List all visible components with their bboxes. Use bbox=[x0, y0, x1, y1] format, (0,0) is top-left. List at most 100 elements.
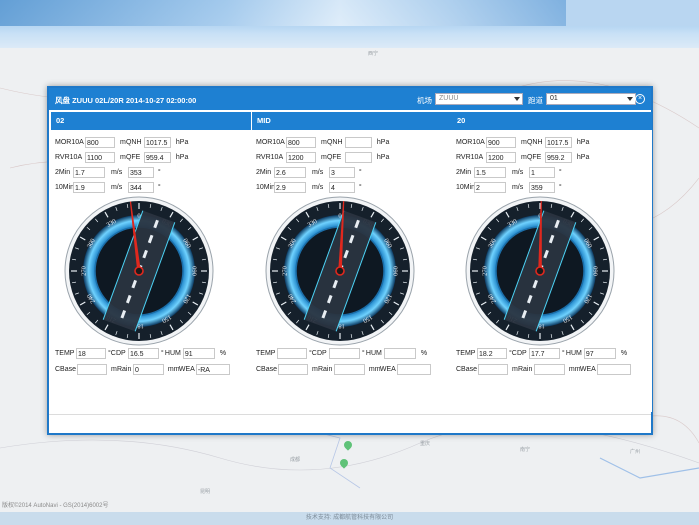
rain-field[interactable] bbox=[533, 364, 565, 375]
rvr-field[interactable]: 1200 bbox=[286, 152, 316, 163]
qfe-label: QFE bbox=[526, 154, 542, 161]
panel-title: 20 bbox=[452, 112, 652, 130]
rain-field[interactable]: 0 bbox=[132, 364, 164, 375]
chevron-down-icon bbox=[514, 97, 520, 101]
mm-label: mm bbox=[368, 366, 381, 373]
humidity-field[interactable]: 97 bbox=[583, 348, 616, 359]
wind-2min-row: 2Min 1.5 m/s 1 ° bbox=[456, 167, 562, 178]
c-label: °C bbox=[508, 350, 517, 357]
wind-compass-gauge: 0030060090120150180210240270300330 bbox=[465, 196, 615, 346]
min10-label: 10Min bbox=[456, 184, 476, 191]
compass-tick-label: 270 bbox=[282, 266, 289, 276]
airport-select-value: ZUUU bbox=[439, 95, 459, 102]
ms-label: m/s bbox=[511, 184, 524, 191]
temp-field[interactable]: 18 bbox=[76, 348, 106, 359]
mor-field[interactable]: 900 bbox=[486, 137, 516, 148]
wind-speed-2min-field[interactable]: 1.5 bbox=[474, 167, 506, 178]
qnh-label: QNH bbox=[125, 139, 142, 146]
wind-dir-2min-field[interactable]: 353 bbox=[127, 167, 154, 178]
rvr-qfe-row: RVR10A 1200 mQFE hPa bbox=[256, 152, 389, 163]
wind-speed-2min-field[interactable]: 1.7 bbox=[73, 167, 105, 178]
wind-speed-10min-field[interactable]: 2.9 bbox=[274, 182, 306, 193]
cloud-base-field[interactable] bbox=[77, 364, 107, 375]
dialog-divider bbox=[49, 414, 651, 415]
cbase-row: CBase mRain mmWEA bbox=[256, 364, 431, 375]
close-icon[interactable]: × bbox=[635, 94, 645, 104]
qfe-field[interactable]: 959.4 bbox=[143, 152, 171, 163]
cloud-base-field[interactable] bbox=[278, 364, 308, 375]
cbase-label: CBase bbox=[256, 366, 278, 373]
qnh-field[interactable]: 1017.5 bbox=[544, 137, 572, 148]
wea-label: WEA bbox=[579, 366, 596, 373]
temp-field[interactable]: 18.2 bbox=[477, 348, 507, 359]
banner-right bbox=[566, 0, 699, 26]
mor-field[interactable]: 800 bbox=[286, 137, 316, 148]
temp-row: TEMP °CDP °HUM % bbox=[256, 348, 427, 359]
wind-speed-10min-field[interactable]: 2 bbox=[474, 182, 506, 193]
weather-field[interactable] bbox=[396, 364, 431, 375]
wind-dir-10min-field[interactable]: 344 bbox=[127, 182, 154, 193]
wind-speed-10min-field[interactable]: 1.9 bbox=[73, 182, 105, 193]
deg-label: ° bbox=[157, 169, 161, 176]
weather-field[interactable] bbox=[596, 364, 631, 375]
wind-10min-row: 10Min1.9 m/s 344 ° bbox=[55, 182, 161, 193]
dewpoint-field[interactable]: 17.7 bbox=[528, 348, 560, 359]
humidity-field[interactable] bbox=[383, 348, 416, 359]
rvr-label: RVR10A bbox=[256, 154, 284, 161]
mor-qnh-row: MOR10A 800 mQNH hPa bbox=[256, 137, 389, 148]
qnh-field[interactable] bbox=[344, 137, 372, 148]
ms-label: m/s bbox=[110, 169, 123, 176]
panel-title: MID bbox=[252, 112, 452, 130]
wind-dir-10min-field[interactable]: 4 bbox=[328, 182, 355, 193]
compass-tick-label: 270 bbox=[81, 266, 88, 276]
wind-dir-10min-field[interactable]: 359 bbox=[528, 182, 555, 193]
wind-compass-gauge: 0030060090120150180210240270300330 bbox=[64, 196, 214, 346]
rvr-label: RVR10A bbox=[55, 154, 83, 161]
qfe-field[interactable]: 959.2 bbox=[544, 152, 572, 163]
dp-label: DP bbox=[115, 350, 126, 357]
runway-select[interactable]: 01 bbox=[546, 93, 636, 105]
runway-select-value: 01 bbox=[550, 95, 558, 102]
rvr-field[interactable]: 1100 bbox=[85, 152, 115, 163]
qnh-label: QNH bbox=[326, 139, 343, 146]
dewpoint-field[interactable]: 16.5 bbox=[127, 348, 159, 359]
ms-label: m/s bbox=[110, 184, 123, 191]
min10-label: 10Min bbox=[55, 184, 75, 191]
weather-field[interactable]: -RA bbox=[195, 364, 230, 375]
cbase-label: CBase bbox=[456, 366, 478, 373]
wind-dir-2min-field[interactable]: 1 bbox=[528, 167, 555, 178]
map-label: 广州 bbox=[630, 449, 641, 455]
dp-label: DP bbox=[516, 350, 527, 357]
qfe-label: QFE bbox=[326, 154, 342, 161]
map-label: 南宁 bbox=[520, 447, 531, 453]
min10-label: 10Min bbox=[256, 184, 276, 191]
rvr-field[interactable]: 1200 bbox=[486, 152, 516, 163]
runway-panel: 02 MOR10A 800 mQNH 1017.5 hPa RVR10A 1100 m… bbox=[51, 112, 251, 412]
temp-label: TEMP bbox=[256, 350, 276, 357]
qnh-label: QNH bbox=[526, 139, 543, 146]
mor-qnh-row: MOR10A 800 mQNH 1017.5 hPa bbox=[55, 137, 188, 148]
qfe-field[interactable] bbox=[344, 152, 372, 163]
rvr-qfe-row: RVR10A 1200 mQFE 959.2 hPa bbox=[456, 152, 589, 163]
rain-field[interactable] bbox=[333, 364, 365, 375]
hum-label: HUM bbox=[565, 350, 582, 357]
min2-label: 2Min bbox=[256, 169, 272, 176]
qnh-field[interactable]: 1017.5 bbox=[143, 137, 171, 148]
ms-label: m/s bbox=[311, 169, 324, 176]
pct-label: % bbox=[219, 350, 227, 357]
airport-select[interactable]: ZUUU bbox=[435, 93, 523, 105]
runway-panel: 20 MOR10A 900 mQNH 1017.5 hPa RVR10A 1200 m… bbox=[452, 112, 652, 412]
c-label: °C bbox=[107, 350, 116, 357]
humidity-field[interactable]: 91 bbox=[182, 348, 215, 359]
wind-10min-row: 10Min2.9 m/s 4 ° bbox=[256, 182, 362, 193]
mor-field[interactable]: 800 bbox=[85, 137, 115, 148]
wind-dir-2min-field[interactable]: 3 bbox=[328, 167, 355, 178]
cloud-base-field[interactable] bbox=[478, 364, 508, 375]
hpa-label: hPa bbox=[175, 154, 189, 161]
wind-speed-2min-field[interactable]: 2.6 bbox=[274, 167, 306, 178]
min2-label: 2Min bbox=[456, 169, 472, 176]
wind-dial-dialog: 风盘 ZUUU 02L/20R 2014-10-27 02:00:00 机场 Z… bbox=[47, 86, 653, 435]
mm-label: mm bbox=[568, 366, 581, 373]
temp-field[interactable] bbox=[277, 348, 307, 359]
dewpoint-field[interactable] bbox=[328, 348, 360, 359]
